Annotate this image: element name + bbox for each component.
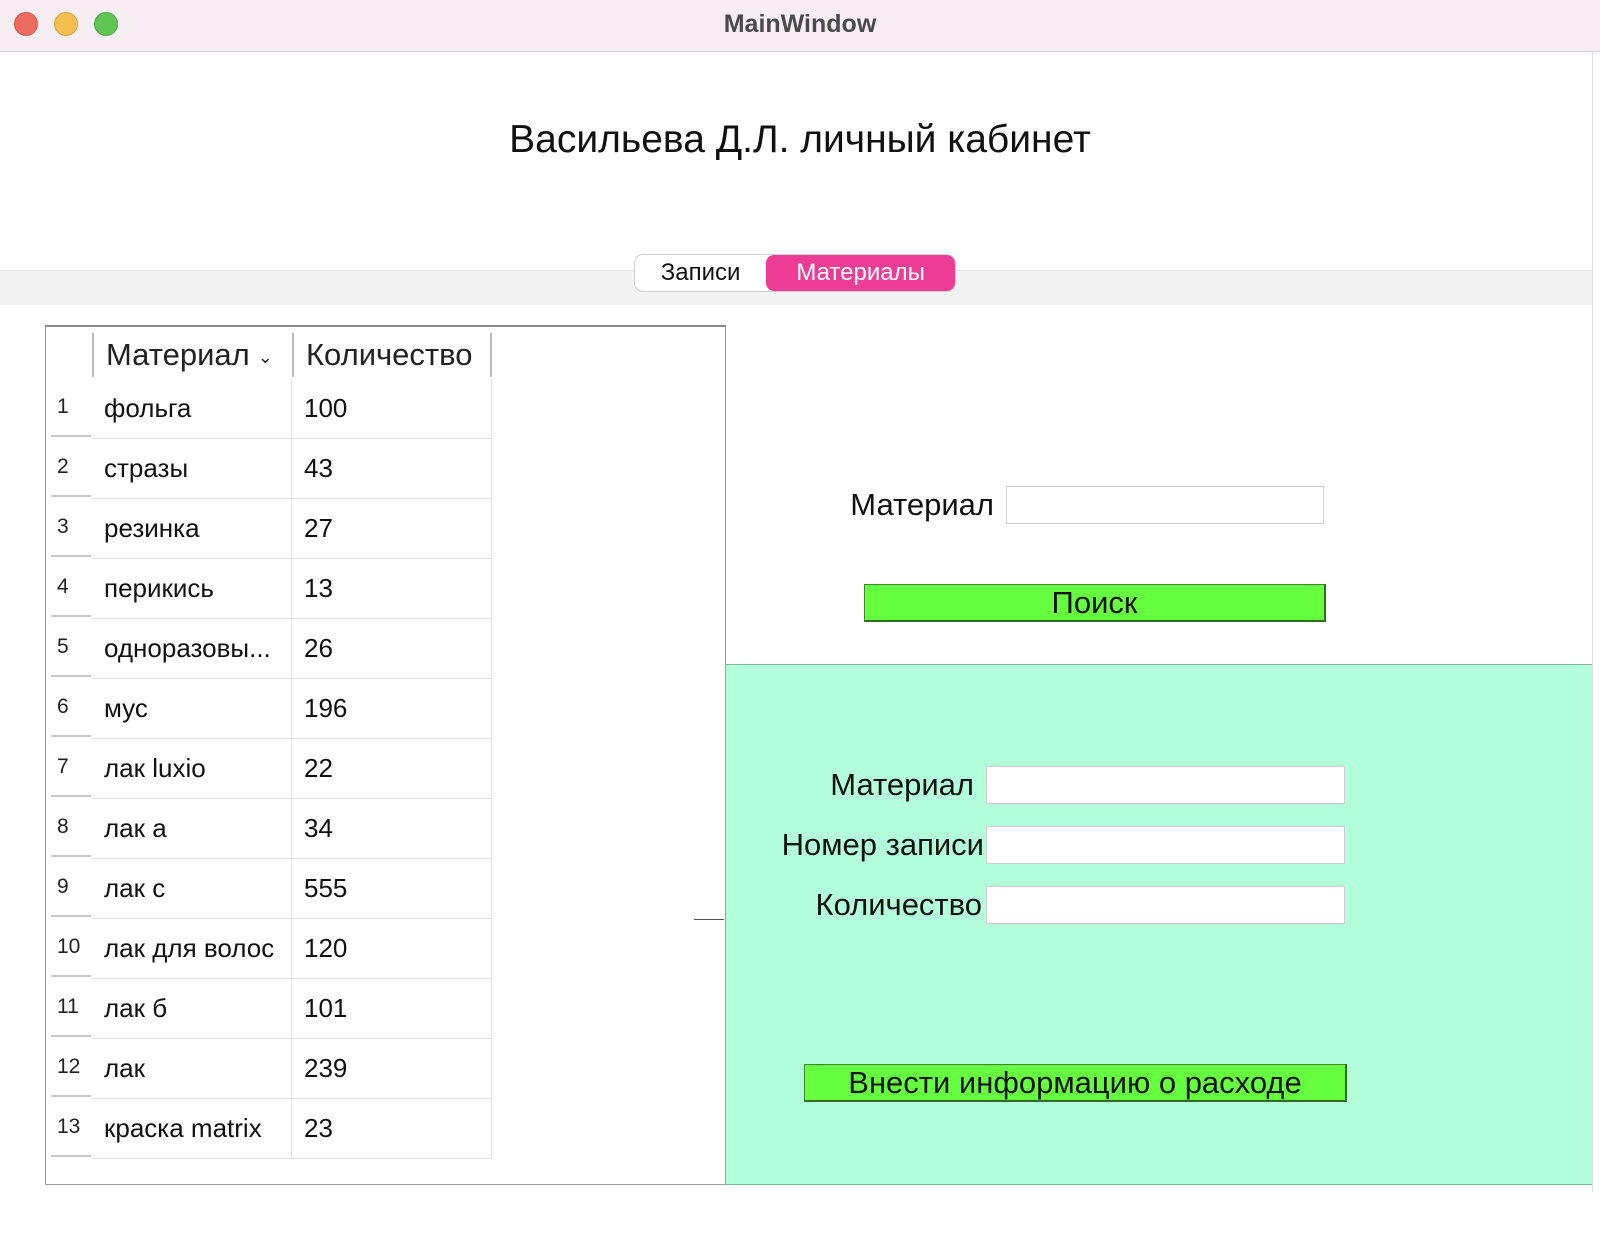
search-material-label: Материал <box>850 487 994 522</box>
cell-material[interactable]: лак для волос <box>92 919 292 979</box>
cell-material[interactable]: одноразовы... <box>92 619 292 679</box>
quantity-input[interactable] <box>986 886 1345 924</box>
row-number: 8 <box>51 799 91 857</box>
cell-material[interactable]: лак luxio <box>92 739 292 799</box>
column-header-label: Материал <box>106 337 250 372</box>
chevron-down-icon: ⌄ <box>257 346 273 367</box>
cell-material[interactable]: краска matrix <box>92 1099 292 1159</box>
cell-quantity[interactable]: 27 <box>292 499 492 559</box>
table-row[interactable]: 12 лак 239 <box>46 1039 725 1099</box>
cell-quantity[interactable]: 22 <box>292 739 492 799</box>
row-number: 9 <box>51 859 91 917</box>
table-row[interactable]: 13 краска matrix 23 <box>46 1099 725 1159</box>
cell-quantity[interactable]: 555 <box>292 859 492 919</box>
table-row[interactable]: 9 лак с 555 <box>46 859 725 919</box>
table-row[interactable]: 3 резинка 27 <box>46 499 725 559</box>
cell-material[interactable]: лак а <box>92 799 292 859</box>
cell-material[interactable]: лак <box>92 1039 292 1099</box>
window-title: MainWindow <box>723 10 877 38</box>
table-row[interactable]: 2 стразы 43 <box>46 439 725 499</box>
row-number: 13 <box>51 1099 91 1157</box>
window-edge <box>1592 52 1600 1192</box>
cell-quantity[interactable]: 239 <box>292 1039 492 1099</box>
table-row[interactable]: 8 лак а 34 <box>46 799 725 859</box>
cell-material[interactable]: фольга <box>92 379 292 439</box>
cell-quantity[interactable]: 23 <box>292 1099 492 1159</box>
record-number-input[interactable] <box>986 826 1345 864</box>
cell-material[interactable]: резинка <box>92 499 292 559</box>
page-heading: Васильева Д.Л. личный кабинет <box>509 118 1091 161</box>
tab-records[interactable]: Записи <box>635 255 766 291</box>
row-number: 10 <box>51 919 91 977</box>
table-row[interactable]: 7 лак luxio 22 <box>46 739 725 799</box>
row-number: 5 <box>51 619 91 677</box>
cell-quantity[interactable]: 34 <box>292 799 492 859</box>
table-row[interactable]: 5 одноразовы... 26 <box>46 619 725 679</box>
tab-group: Записи Материалы <box>634 254 956 292</box>
column-header-material[interactable]: Материал ⌄ <box>92 333 292 377</box>
row-number: 4 <box>51 559 91 617</box>
row-number: 2 <box>51 439 91 497</box>
column-header-label: Количество <box>306 337 473 372</box>
table-row[interactable]: 10 лак для волос 120 <box>46 919 725 979</box>
table-row[interactable]: 1 фольга 100 <box>46 379 725 439</box>
row-number: 1 <box>51 379 91 437</box>
table-header: Материал ⌄ Количество <box>46 327 725 379</box>
table-row[interactable]: 4 перикись 13 <box>46 559 725 619</box>
cell-quantity[interactable]: 100 <box>292 379 492 439</box>
table-row[interactable]: 6 мус 196 <box>46 679 725 739</box>
title-bar: MainWindow <box>0 0 1600 52</box>
cell-material[interactable]: стразы <box>92 439 292 499</box>
cell-quantity[interactable]: 13 <box>292 559 492 619</box>
cell-quantity[interactable]: 196 <box>292 679 492 739</box>
column-header-quantity[interactable]: Количество <box>292 333 492 377</box>
cell-quantity[interactable]: 120 <box>292 919 492 979</box>
record-number-label: Номер записи <box>781 827 984 862</box>
row-number: 6 <box>51 679 91 737</box>
row-number: 12 <box>51 1039 91 1097</box>
search-material-input[interactable] <box>1006 486 1324 524</box>
expense-material-label: Материал <box>830 767 974 802</box>
quantity-label: Количество <box>815 887 982 922</box>
cell-material[interactable]: лак с <box>92 859 292 919</box>
expense-panel <box>725 664 1593 1185</box>
expense-material-input[interactable] <box>986 766 1345 804</box>
submit-expense-button[interactable]: Внести информацию о расходе <box>804 1064 1347 1102</box>
tab-materials[interactable]: Материалы <box>766 255 955 291</box>
cell-quantity[interactable]: 43 <box>292 439 492 499</box>
cell-material[interactable]: перикись <box>92 559 292 619</box>
cell-material[interactable]: лак б <box>92 979 292 1039</box>
splitter-handle[interactable] <box>694 919 724 920</box>
cell-quantity[interactable]: 101 <box>292 979 492 1039</box>
table-row[interactable]: 11 лак б 101 <box>46 979 725 1039</box>
cell-material[interactable]: мус <box>92 679 292 739</box>
row-number: 7 <box>51 739 91 797</box>
row-number: 11 <box>51 979 91 1037</box>
row-number: 3 <box>51 499 91 557</box>
cell-quantity[interactable]: 26 <box>292 619 492 679</box>
materials-table[interactable]: Материал ⌄ Количество 1 фольга 100 2 стразы 4… <box>45 325 726 1185</box>
search-button[interactable]: Поиск <box>864 584 1326 622</box>
